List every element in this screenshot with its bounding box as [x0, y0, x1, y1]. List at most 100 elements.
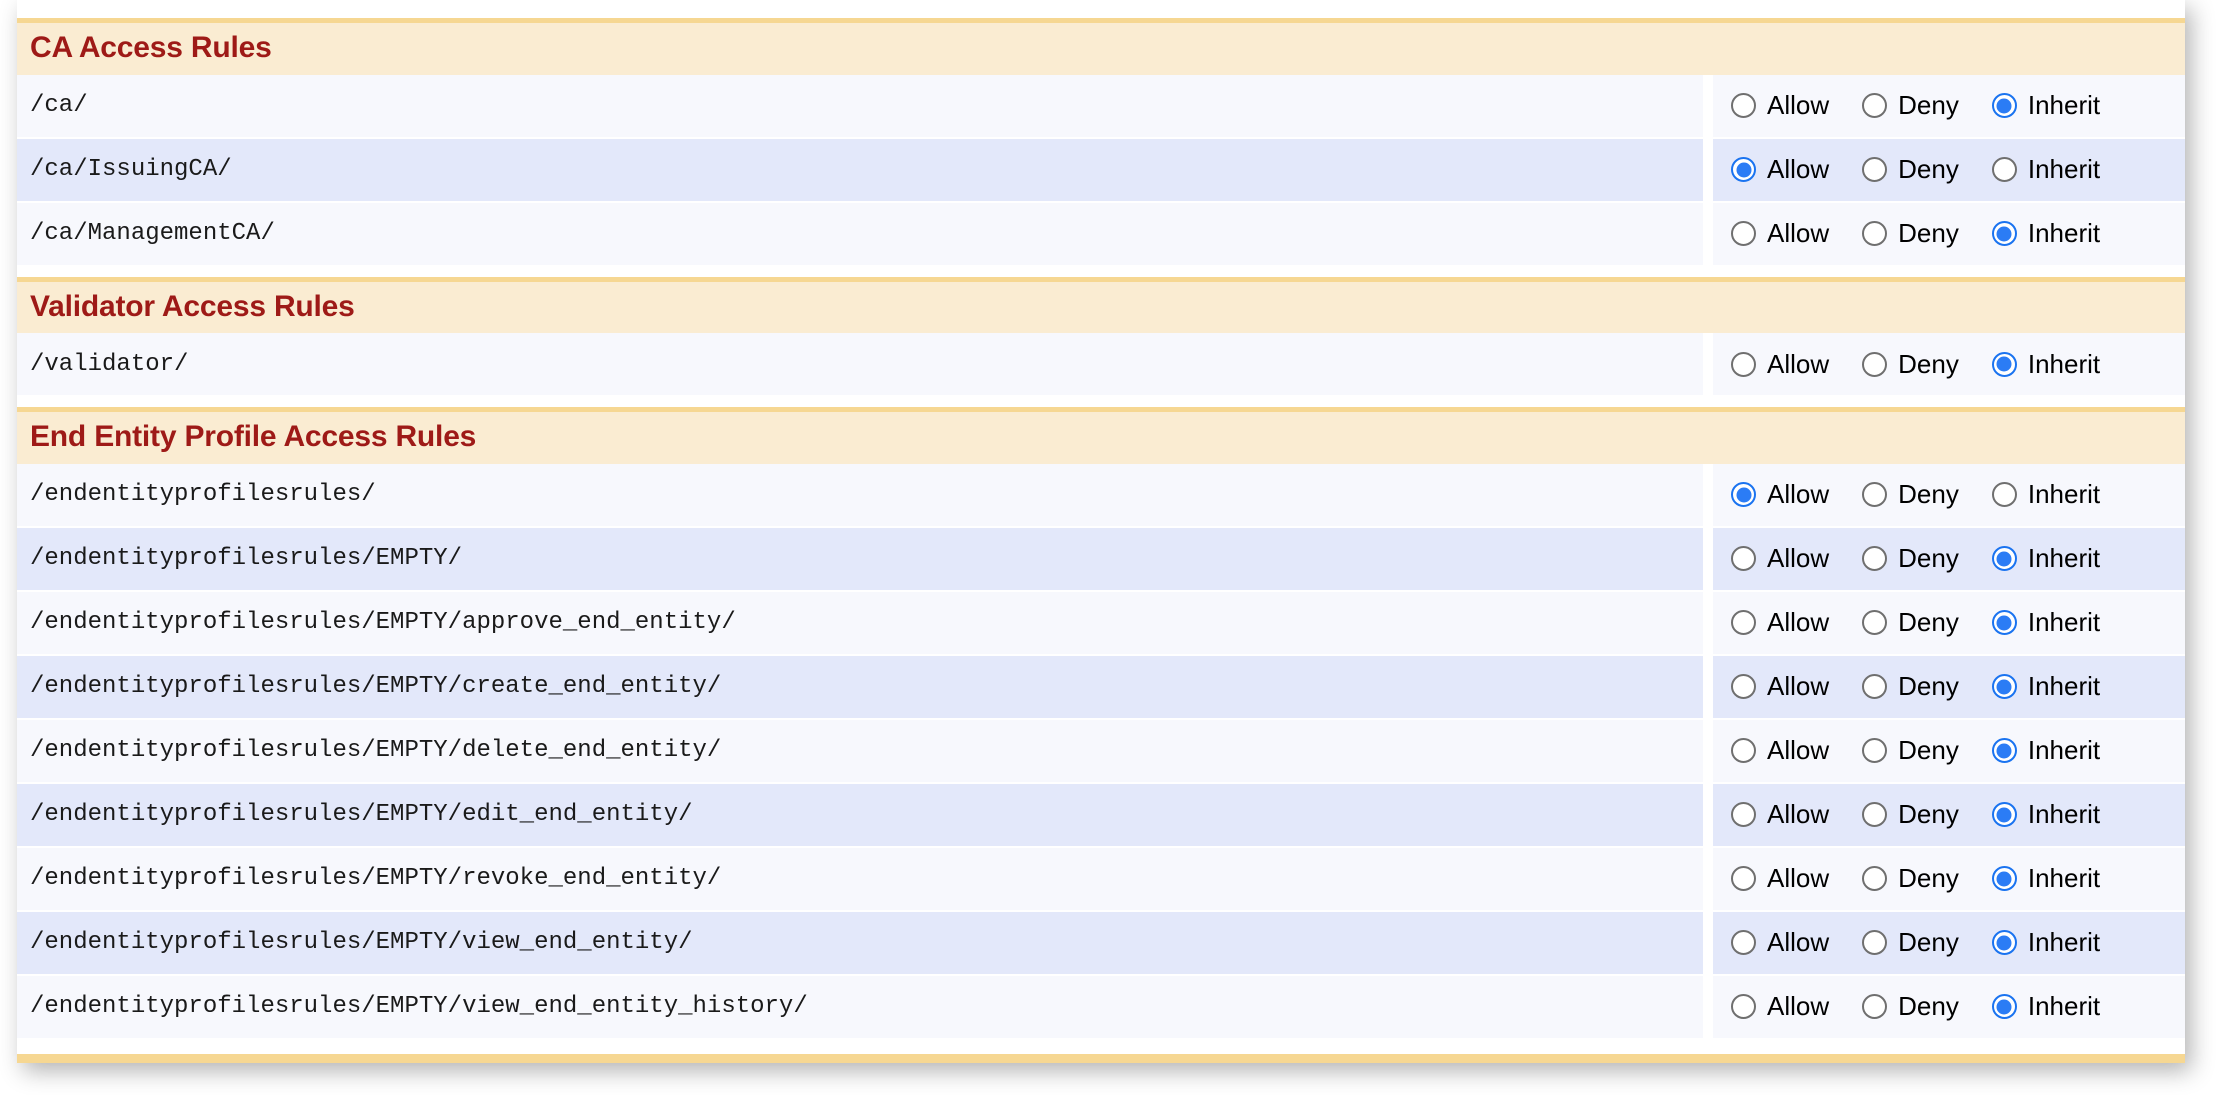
radio-option-allow[interactable]: Allow — [1731, 927, 1829, 958]
radio-inherit-icon[interactable] — [1992, 866, 2017, 891]
radio-option-inherit[interactable]: Inherit — [1992, 218, 2100, 249]
radio-inherit-icon[interactable] — [1992, 352, 2017, 377]
radio-allow-icon[interactable] — [1731, 610, 1756, 635]
radio-allow-icon[interactable] — [1731, 221, 1756, 246]
radio-inherit-icon[interactable] — [1992, 93, 2017, 118]
radio-option-label: Deny — [1898, 927, 1959, 958]
radio-deny-icon[interactable] — [1862, 866, 1887, 891]
radio-option-allow[interactable]: Allow — [1731, 479, 1829, 510]
radio-option-label: Inherit — [2028, 735, 2100, 766]
radio-allow-icon[interactable] — [1731, 352, 1756, 377]
radio-inherit-icon[interactable] — [1992, 157, 2017, 182]
column-divider — [1703, 528, 1713, 590]
radio-option-label: Allow — [1767, 607, 1829, 638]
radio-inherit-icon[interactable] — [1992, 802, 2017, 827]
radio-option-deny[interactable]: Deny — [1862, 154, 1959, 185]
radio-option-allow[interactable]: Allow — [1731, 543, 1829, 574]
radio-option-deny[interactable]: Deny — [1862, 991, 1959, 1022]
rule-options-cell: Allow Deny Inherit — [1713, 976, 2185, 1038]
column-divider — [1703, 912, 1713, 974]
rule-path-cell: /endentityprofilesrules/EMPTY/view_end_e… — [17, 912, 1703, 974]
radio-option-deny[interactable]: Deny — [1862, 863, 1959, 894]
rule-options-cell: Allow Deny Inherit — [1713, 912, 2185, 974]
radio-inherit-icon[interactable] — [1992, 930, 2017, 955]
radio-allow-icon[interactable] — [1731, 93, 1756, 118]
radio-option-inherit[interactable]: Inherit — [1992, 799, 2100, 830]
section-header: Validator Access Rules — [17, 277, 2185, 334]
radio-deny-icon[interactable] — [1862, 738, 1887, 763]
radio-option-inherit[interactable]: Inherit — [1992, 927, 2100, 958]
column-divider — [1703, 976, 1713, 1038]
radio-option-deny[interactable]: Deny — [1862, 671, 1959, 702]
radio-option-deny[interactable]: Deny — [1862, 927, 1959, 958]
radio-inherit-icon[interactable] — [1992, 674, 2017, 699]
radio-option-label: Allow — [1767, 991, 1829, 1022]
radio-option-label: Inherit — [2028, 863, 2100, 894]
radio-option-deny[interactable]: Deny — [1862, 607, 1959, 638]
radio-inherit-icon[interactable] — [1992, 221, 2017, 246]
radio-inherit-icon[interactable] — [1992, 610, 2017, 635]
radio-option-deny[interactable]: Deny — [1862, 735, 1959, 766]
radio-option-allow[interactable]: Allow — [1731, 90, 1829, 121]
radio-allow-icon[interactable] — [1731, 930, 1756, 955]
rule-path-label: /ca/IssuingCA/ — [30, 156, 232, 183]
radio-option-inherit[interactable]: Inherit — [1992, 479, 2100, 510]
radio-option-deny[interactable]: Deny — [1862, 479, 1959, 510]
column-divider — [1703, 656, 1713, 718]
radio-deny-icon[interactable] — [1862, 994, 1887, 1019]
column-divider — [1703, 720, 1713, 782]
radio-option-allow[interactable]: Allow — [1731, 154, 1829, 185]
radio-allow-icon[interactable] — [1731, 738, 1756, 763]
table-row: /endentityprofilesrules/EMPTY/edit_end_e… — [17, 784, 2185, 846]
radio-option-inherit[interactable]: Inherit — [1992, 607, 2100, 638]
radio-inherit-icon[interactable] — [1992, 546, 2017, 571]
radio-deny-icon[interactable] — [1862, 221, 1887, 246]
radio-deny-icon[interactable] — [1862, 930, 1887, 955]
radio-option-inherit[interactable]: Inherit — [1992, 349, 2100, 380]
radio-allow-icon[interactable] — [1731, 866, 1756, 891]
table-row: /endentityprofilesrules/EMPTY/approve_en… — [17, 592, 2185, 654]
radio-option-allow[interactable]: Allow — [1731, 671, 1829, 702]
radio-option-allow[interactable]: Allow — [1731, 735, 1829, 766]
radio-option-allow[interactable]: Allow — [1731, 799, 1829, 830]
radio-option-deny[interactable]: Deny — [1862, 218, 1959, 249]
radio-inherit-icon[interactable] — [1992, 482, 2017, 507]
radio-option-allow[interactable]: Allow — [1731, 863, 1829, 894]
radio-allow-icon[interactable] — [1731, 674, 1756, 699]
radio-option-deny[interactable]: Deny — [1862, 543, 1959, 574]
radio-deny-icon[interactable] — [1862, 546, 1887, 571]
radio-allow-icon[interactable] — [1731, 546, 1756, 571]
radio-option-inherit[interactable]: Inherit — [1992, 863, 2100, 894]
radio-option-allow[interactable]: Allow — [1731, 218, 1829, 249]
radio-deny-icon[interactable] — [1862, 674, 1887, 699]
radio-allow-icon[interactable] — [1731, 994, 1756, 1019]
radio-option-deny[interactable]: Deny — [1862, 799, 1959, 830]
radio-deny-icon[interactable] — [1862, 352, 1887, 377]
radio-option-inherit[interactable]: Inherit — [1992, 991, 2100, 1022]
rule-path-cell: /ca/IssuingCA/ — [17, 139, 1703, 201]
radio-option-inherit[interactable]: Inherit — [1992, 154, 2100, 185]
radio-deny-icon[interactable] — [1862, 482, 1887, 507]
radio-option-allow[interactable]: Allow — [1731, 607, 1829, 638]
radio-option-inherit[interactable]: Inherit — [1992, 90, 2100, 121]
radio-deny-icon[interactable] — [1862, 157, 1887, 182]
radio-inherit-icon[interactable] — [1992, 994, 2017, 1019]
rule-path-label: /endentityprofilesrules/ — [30, 481, 376, 508]
radio-inherit-icon[interactable] — [1992, 738, 2017, 763]
rule-path-cell: /endentityprofilesrules/EMPTY/ — [17, 528, 1703, 590]
radio-deny-icon[interactable] — [1862, 802, 1887, 827]
radio-allow-icon[interactable] — [1731, 482, 1756, 507]
radio-option-inherit[interactable]: Inherit — [1992, 543, 2100, 574]
radio-option-allow[interactable]: Allow — [1731, 991, 1829, 1022]
radio-option-label: Allow — [1767, 799, 1829, 830]
radio-allow-icon[interactable] — [1731, 802, 1756, 827]
radio-option-allow[interactable]: Allow — [1731, 349, 1829, 380]
radio-deny-icon[interactable] — [1862, 93, 1887, 118]
radio-option-deny[interactable]: Deny — [1862, 349, 1959, 380]
radio-option-inherit[interactable]: Inherit — [1992, 671, 2100, 702]
rule-path-label: /ca/ — [30, 92, 88, 119]
radio-option-inherit[interactable]: Inherit — [1992, 735, 2100, 766]
radio-allow-icon[interactable] — [1731, 157, 1756, 182]
radio-option-deny[interactable]: Deny — [1862, 90, 1959, 121]
radio-deny-icon[interactable] — [1862, 610, 1887, 635]
